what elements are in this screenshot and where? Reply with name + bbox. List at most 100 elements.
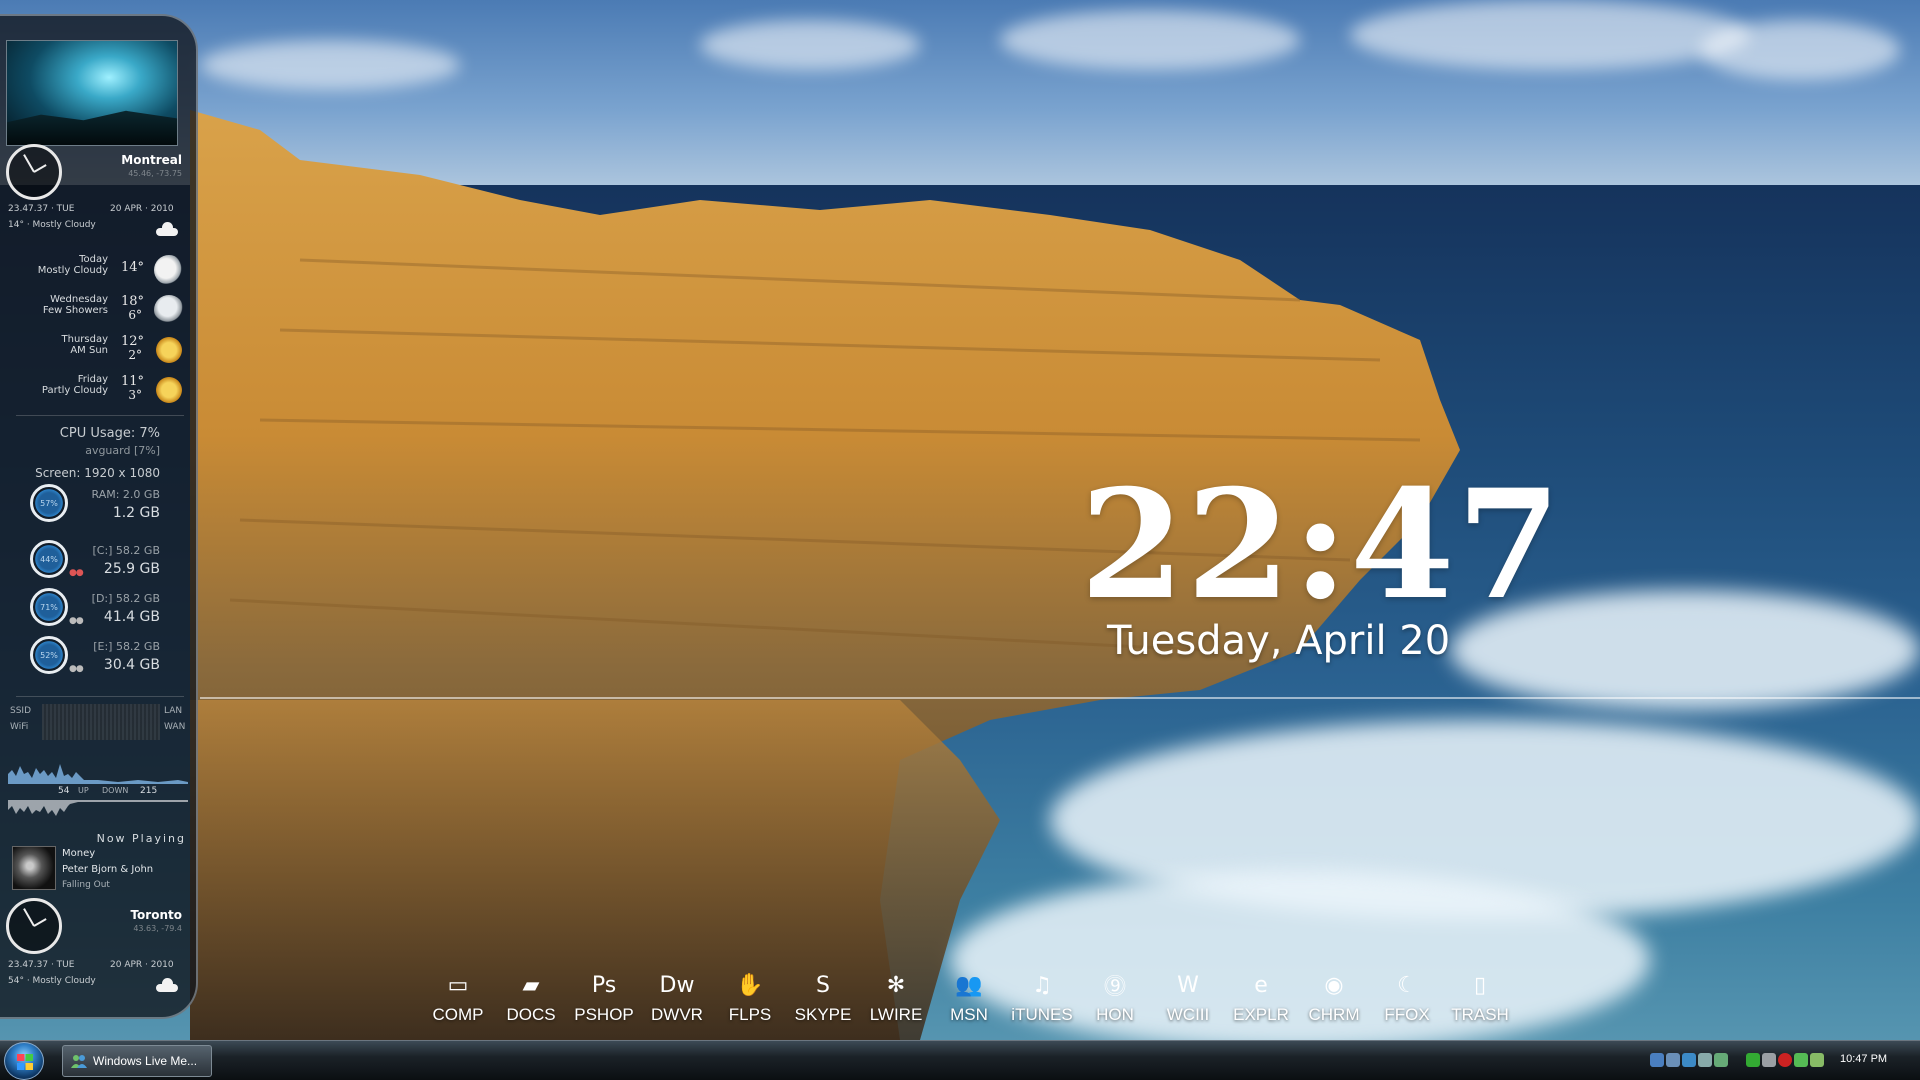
drive-c-gauge[interactable]: 44% ●●	[30, 540, 84, 578]
drive-d-free: 41.4 GB	[103, 609, 160, 625]
tray-antivirus-icon[interactable]	[1778, 1053, 1792, 1067]
wallpaper-thumbnail[interactable]	[6, 40, 178, 146]
taskbar-window-button[interactable]: Windows Live Me...	[62, 1045, 212, 1077]
tray-app-icon[interactable]	[1698, 1053, 1712, 1067]
dock-item-label: HON	[1096, 1005, 1134, 1024]
desktop-clock-date: Tuesday, April 20	[1107, 618, 1451, 664]
dock-item-label: EXPLR	[1233, 1005, 1289, 1024]
ram-label: RAM: 2.0 GB	[91, 488, 160, 501]
tray-volume-icon[interactable]	[1762, 1053, 1776, 1067]
dock-item-lwire[interactable]: ✻ LWIRE	[858, 968, 928, 1028]
dock-item-dwvr[interactable]: Dw DWVR	[639, 968, 709, 1028]
forecast-desc: Partly Cloudy	[41, 385, 108, 396]
dock-item-label: LWIRE	[869, 1005, 923, 1024]
dock-item-skype[interactable]: S SKYPE	[785, 968, 855, 1028]
tray-app-icon[interactable]	[1794, 1053, 1808, 1067]
tray-app-icon[interactable]	[1666, 1053, 1680, 1067]
system-tray	[1650, 1051, 1824, 1071]
thumbnail-landscape	[7, 110, 177, 145]
drive-c-free: 25.9 GB	[103, 561, 160, 577]
taskbar-window-label: Windows Live Me...	[93, 1054, 198, 1068]
clock-minute-hand	[33, 164, 47, 173]
monitor-icon: ▭	[447, 972, 469, 998]
download-label: DOWN	[102, 786, 129, 795]
forecast-row-friday: Friday Partly Cloudy 11° 3°	[0, 372, 196, 408]
clock-minute-hand	[33, 918, 47, 927]
forecast-low: 2°	[128, 348, 142, 362]
forecast-day: Wednesday	[50, 294, 108, 305]
dock-item-chrm[interactable]: ◉ CHRM	[1296, 968, 1366, 1028]
drive-c-percent: 44%	[40, 554, 58, 564]
dock-item-label: DOCS	[506, 1005, 556, 1024]
dock-item-label: SKYPE	[794, 1005, 852, 1024]
dock-item-label: iTUNES	[1011, 1005, 1073, 1024]
dock-item-msn[interactable]: 👥 MSN	[931, 968, 1001, 1028]
download-value: 215	[140, 786, 158, 796]
toronto-date: 20 APR · 2010	[110, 960, 174, 970]
tray-app-icon[interactable]	[1810, 1053, 1824, 1067]
forecast-desc: Few Showers	[42, 305, 108, 316]
drive-e-gauge[interactable]: 52% ●●	[30, 636, 84, 674]
tray-app-icon[interactable]	[1714, 1053, 1728, 1067]
network-info-box	[42, 704, 160, 740]
forecast-row-today: Today Mostly Cloudy 14°	[0, 252, 196, 288]
dock-item-comp[interactable]: ▭ COMP	[420, 968, 490, 1028]
forecast-low: 6°	[128, 308, 142, 322]
firefox-icon: ☾	[1397, 972, 1417, 998]
photoshop-icon: Ps	[591, 972, 617, 998]
tray-status-icon[interactable]	[1746, 1053, 1760, 1067]
forecast-desc: AM Sun	[70, 345, 108, 356]
dock-item-pshop[interactable]: Ps PSHOP	[566, 968, 636, 1028]
dock-item-label: PSHOP	[574, 1005, 634, 1024]
montreal-date: 20 APR · 2010	[110, 204, 174, 214]
limewire-icon: ✻	[886, 972, 906, 998]
now-playing-title: Now Playing	[96, 832, 186, 845]
tray-app-icon[interactable]	[1682, 1053, 1696, 1067]
lan-label: LAN	[164, 706, 183, 716]
top-process: avguard [7%]	[85, 444, 160, 457]
drive-e-free: 30.4 GB	[103, 657, 160, 673]
clock-hour-hand	[23, 908, 35, 927]
toronto-condition: 54° · Mostly Cloudy	[8, 976, 96, 986]
forecast-day: Thursday	[61, 334, 109, 345]
ram-used: 1.2 GB	[112, 505, 160, 521]
clock-hour-hand	[23, 154, 35, 173]
divider	[16, 415, 184, 416]
forecast-high: 11°	[120, 374, 144, 389]
drive-d-percent: 71%	[40, 602, 58, 612]
dock-item-trash[interactable]: ▯ TRASH	[1442, 968, 1512, 1028]
ram-percent: 57%	[40, 498, 58, 508]
album-art[interactable]	[12, 846, 56, 890]
dock-item-label: CHRM	[1308, 1005, 1360, 1024]
trash-icon: ▯	[1473, 972, 1487, 998]
ssid-label: SSID	[10, 706, 32, 716]
dock-item-label: DWVR	[651, 1005, 703, 1024]
dock-item-ffox[interactable]: ☾ FFOX	[1369, 968, 1439, 1028]
dock-item-hon[interactable]: ⓽ HON	[1077, 968, 1147, 1028]
app-launcher-dock: ▭ COMP ▰ DOCS Ps PSHOP Dw DWVR ✋ FLPS S SKYPE ✻ LWIRE…	[420, 968, 1509, 1028]
forecast-high: 12°	[120, 334, 144, 349]
forecast-high: 18°	[120, 294, 144, 309]
screen-resolution: Screen: 1920 x 1080	[35, 466, 160, 480]
dock-item-itunes[interactable]: ♫ iTUNES	[1004, 968, 1074, 1028]
dock-item-wciii[interactable]: W WCIII	[1150, 968, 1220, 1028]
drive-e-percent: 52%	[40, 650, 58, 660]
drive-d-gauge[interactable]: 71% ●●	[30, 588, 84, 626]
forecast-row-thursday: Thursday AM Sun 12° 2°	[0, 332, 196, 368]
start-button[interactable]	[4, 1042, 44, 1080]
dock-item-flps[interactable]: ✋ FLPS	[712, 968, 782, 1028]
cloud-icon	[154, 222, 178, 236]
wan-label: WAN	[164, 722, 186, 732]
desktop-clock-time: 22:47	[1080, 457, 1563, 633]
tray-network-icon[interactable]	[1650, 1053, 1664, 1067]
dock-item-label: FLPS	[728, 1005, 772, 1024]
forecast-desc: Mostly Cloudy	[37, 265, 108, 276]
chrome-icon: ◉	[1324, 972, 1344, 998]
dock-item-explr[interactable]: e EXPLR	[1223, 968, 1293, 1028]
forecast-day: Friday	[77, 374, 108, 385]
dock-item-label: MSN	[950, 1005, 988, 1024]
dock-item-docs[interactable]: ▰ DOCS	[493, 968, 563, 1028]
toronto-time: 23.47.37 · TUE	[8, 960, 75, 970]
drive-status-dots: ●●	[69, 664, 84, 674]
taskbar-clock[interactable]: 10:47 PM	[1840, 1053, 1887, 1065]
